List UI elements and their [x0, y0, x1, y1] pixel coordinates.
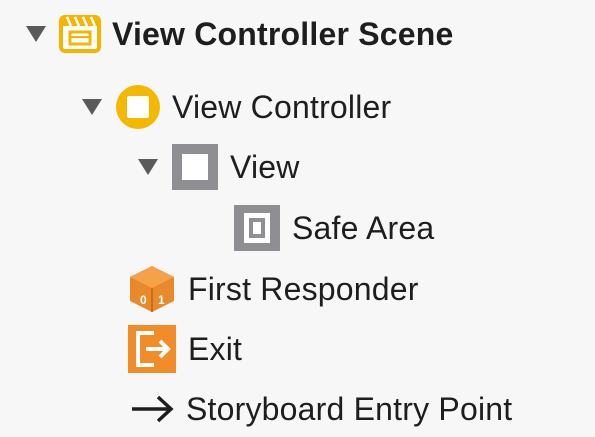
- disclosure-triangle-icon[interactable]: [24, 22, 48, 46]
- exit-icon: [126, 323, 178, 375]
- scene-icon: [58, 12, 102, 56]
- disclosure-triangle-icon[interactable]: [80, 95, 104, 119]
- exit-label: Exit: [188, 331, 243, 367]
- arrow-right-icon: [130, 389, 176, 429]
- view-controller-label: View Controller: [172, 89, 392, 125]
- storyboard-entry-point-label: Storyboard Entry Point: [186, 391, 513, 427]
- first-responder-label: First Responder: [188, 271, 419, 307]
- view-label: View: [230, 149, 300, 185]
- safe-area-icon: [232, 203, 282, 253]
- svg-text:0: 0: [140, 293, 147, 307]
- document-outline: View Controller Scene View Controller Vi…: [0, 0, 595, 431]
- outline-row-storyboard-entry-point[interactable]: Storyboard Entry Point: [130, 381, 512, 437]
- view-icon: [170, 142, 220, 192]
- outline-row-exit[interactable]: Exit: [126, 321, 242, 377]
- scene-label: View Controller Scene: [112, 16, 454, 52]
- svg-text:1: 1: [158, 293, 165, 307]
- disclosure-triangle-icon[interactable]: [136, 155, 160, 179]
- outline-row-view-controller[interactable]: View Controller: [80, 79, 391, 135]
- outline-row-scene[interactable]: View Controller Scene: [24, 6, 454, 62]
- outline-row-first-responder[interactable]: 0 1 First Responder: [126, 261, 419, 317]
- view-controller-icon: [114, 83, 162, 131]
- outline-row-view[interactable]: View: [136, 139, 300, 195]
- outline-row-safe-area[interactable]: Safe Area: [232, 200, 434, 256]
- safe-area-label: Safe Area: [292, 210, 435, 246]
- first-responder-icon: 0 1: [126, 263, 178, 315]
